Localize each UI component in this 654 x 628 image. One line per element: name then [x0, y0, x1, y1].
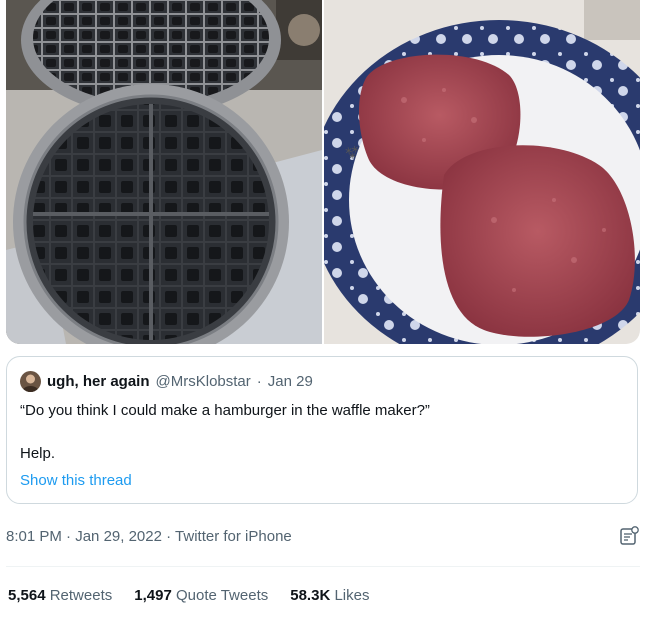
quoted-tweet-date[interactable]: Jan 29 [268, 373, 313, 390]
tweet-stats: 5,564 Retweets 1,497 Quote Tweets 58.3K … [8, 587, 369, 604]
quote-tweets-label: Quote Tweets [175, 587, 269, 604]
tweet-metadata: 8:01 PM · Jan 29, 2022 · Twitter for iPh… [6, 528, 292, 545]
retweets-stat[interactable]: 5,564 Retweets [8, 587, 112, 604]
analytics-icon[interactable] [618, 525, 640, 547]
likes-stat[interactable]: 58.3K Likes [290, 587, 369, 604]
quoted-tweet-text: “Do you think I could make a hamburger i… [20, 402, 430, 419]
tweet-media: ⁂ [6, 0, 640, 344]
retweets-label: Retweets [49, 587, 113, 604]
quote-tweets-count: 1,497 [134, 587, 172, 604]
hamburger-patties-photo[interactable]: ⁂ [324, 0, 640, 344]
retweets-count: 5,564 [8, 587, 46, 604]
quoted-tweet-text-2: Help. [20, 445, 56, 462]
quoted-tweet[interactable]: ugh, her again @MrsKlobstar · Jan 29 “Do… [6, 356, 638, 504]
quoted-author-handle[interactable]: @MrsKlobstar [156, 373, 251, 390]
show-thread-link[interactable]: Show this thread [20, 472, 132, 489]
quoted-tweet-header: ugh, her again @MrsKlobstar · Jan 29 [20, 371, 313, 392]
divider [6, 566, 640, 567]
avatar[interactable] [20, 371, 41, 392]
tweet-source[interactable]: Twitter for iPhone [175, 528, 292, 545]
waffle-maker-photo[interactable] [6, 0, 322, 344]
likes-label: Likes [334, 587, 370, 604]
tweet-date[interactable]: Jan 29, 2022 [75, 528, 162, 545]
separator-dot: · [166, 528, 172, 545]
separator-dot: · [256, 373, 262, 390]
tweet-time[interactable]: 8:01 PM [6, 528, 62, 545]
quote-tweets-stat[interactable]: 1,497 Quote Tweets [134, 587, 268, 604]
likes-count: 58.3K [290, 587, 331, 604]
quoted-author-name[interactable]: ugh, her again [47, 373, 150, 390]
separator-dot: · [66, 528, 72, 545]
